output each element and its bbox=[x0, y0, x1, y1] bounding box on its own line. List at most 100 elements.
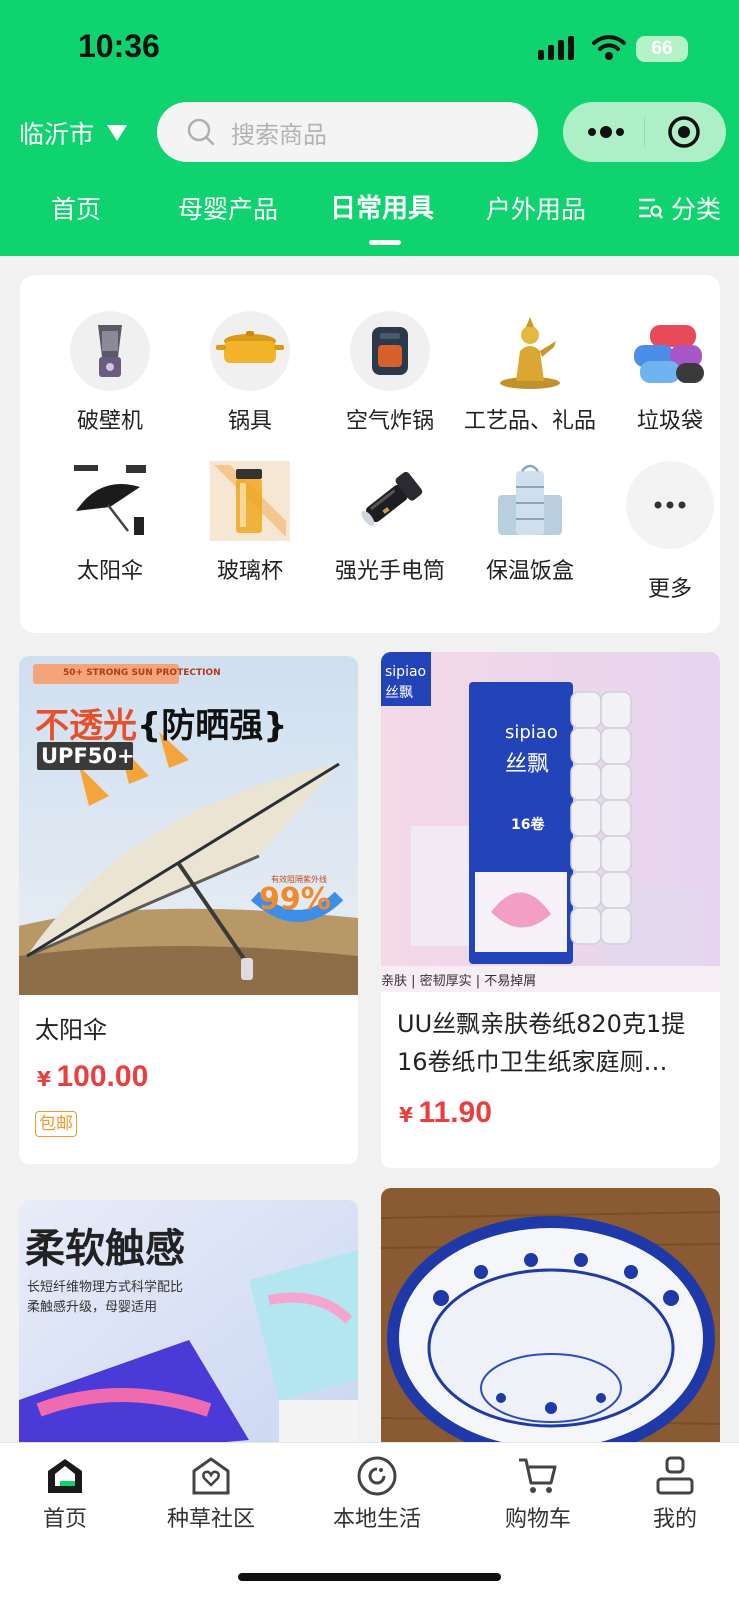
tab-category[interactable]: 分类 bbox=[637, 190, 721, 226]
tab-daily-goods[interactable]: 日常用具 bbox=[330, 188, 434, 225]
product-price: ¥ 11.90 bbox=[399, 1096, 492, 1130]
category-glass-cup[interactable]: 玻璃杯 bbox=[180, 461, 320, 585]
wifi-icon bbox=[592, 35, 626, 60]
image-percent: 99% bbox=[259, 882, 331, 917]
product-card-sun-umbrella[interactable]: 50+ STRONG SUN PROTECTION 不透光 {防晒强} UPF5… bbox=[19, 656, 358, 1164]
status-time: 10:36 bbox=[78, 28, 160, 64]
nav-community[interactable]: 种草社区 bbox=[146, 1455, 276, 1533]
nav-label: 本地生活 bbox=[332, 1507, 421, 1532]
product-card-porcelain-bowl[interactable] bbox=[381, 1188, 720, 1460]
nav-home[interactable]: 首页 bbox=[0, 1455, 130, 1533]
image-line1: 长短纤维物理方式科学配比 bbox=[27, 1280, 184, 1295]
close-miniprogram-icon[interactable] bbox=[667, 115, 701, 149]
search-input[interactable]: 搜索商品 bbox=[157, 102, 538, 162]
product-title: UU丝飘亲肤卷纸820克1提16卷纸巾卫生纸家庭厕… bbox=[397, 1010, 686, 1076]
category-crafts-gifts[interactable]: 工艺品、礼品 bbox=[460, 311, 600, 435]
blender-icon bbox=[70, 311, 150, 391]
image-line2: 柔触感升级，母婴适用 bbox=[27, 1300, 158, 1315]
image-brand: sipiao bbox=[385, 664, 427, 680]
tab-baby-products[interactable]: 母婴产品 bbox=[178, 190, 278, 226]
image-package-brand: sipiao bbox=[505, 722, 558, 743]
category-lunch-box[interactable]: 保温饭盒 bbox=[460, 461, 600, 585]
nav-label: 种草社区 bbox=[166, 1507, 255, 1532]
nav-profile[interactable]: 我的 bbox=[610, 1455, 739, 1533]
capsule-divider bbox=[644, 117, 645, 147]
currency-symbol: ¥ bbox=[37, 1067, 51, 1091]
search-icon bbox=[187, 118, 215, 146]
trash-bags-icon bbox=[630, 311, 710, 391]
currency-symbol: ¥ bbox=[399, 1103, 413, 1127]
nav-local-life[interactable]: 本地生活 bbox=[312, 1455, 442, 1533]
cart-icon bbox=[519, 1458, 557, 1493]
more-dots-icon[interactable] bbox=[587, 124, 625, 140]
category-label: 太阳伞 bbox=[76, 559, 143, 584]
category-list-icon bbox=[639, 198, 663, 219]
community-heart-icon bbox=[192, 1457, 230, 1495]
battery-indicator: 66 bbox=[636, 36, 688, 62]
category-pot[interactable]: 锅具 bbox=[180, 311, 320, 435]
city-name: 临沂市 bbox=[19, 120, 95, 149]
category-label: 工艺品、礼品 bbox=[463, 409, 596, 434]
price-amount: 100.00 bbox=[56, 1060, 149, 1093]
category-blender[interactable]: 破壁机 bbox=[40, 311, 180, 435]
tab-outdoor[interactable]: 户外用品 bbox=[486, 190, 586, 226]
image-roll-count: 16卷 bbox=[511, 817, 545, 833]
category-more[interactable]: 更多 bbox=[600, 461, 739, 603]
product-image bbox=[381, 1188, 720, 1460]
lunch-box-icon bbox=[490, 461, 570, 541]
category-air-fryer[interactable]: 空气炸锅 bbox=[320, 311, 460, 435]
flashlight-icon bbox=[350, 461, 430, 541]
free-shipping-badge: 包邮 bbox=[35, 1111, 77, 1137]
category-label: 更多 bbox=[647, 577, 692, 602]
caret-down-icon bbox=[107, 125, 128, 141]
category-trash-bags[interactable]: 垃圾袋 bbox=[600, 311, 739, 435]
home-indicator bbox=[238, 1573, 501, 1581]
glass-cup-icon bbox=[210, 461, 290, 541]
umbrella-icon bbox=[70, 461, 150, 541]
gold-statue-icon bbox=[490, 311, 570, 391]
product-title: 太阳伞 bbox=[35, 1016, 107, 1044]
image-brand-cn: 丝飘 bbox=[385, 685, 413, 701]
image-upf: UPF50+ bbox=[41, 744, 135, 768]
category-label: 破壁机 bbox=[76, 409, 143, 434]
product-image bbox=[381, 652, 720, 992]
tab-category-label: 分类 bbox=[671, 195, 722, 224]
nav-cart[interactable]: 购物车 bbox=[473, 1455, 603, 1533]
category-label: 锅具 bbox=[227, 409, 272, 434]
tab-home[interactable]: 首页 bbox=[51, 190, 101, 226]
category-tabs: 首页 母婴产品 日常用具 户外用品 分类 bbox=[0, 180, 739, 250]
product-card-soft-tissue[interactable]: 柔软触感 长短纤维物理方式科学配比 柔触感升级，母婴适用 bbox=[19, 1200, 358, 1460]
category-label: 玻璃杯 bbox=[216, 559, 283, 584]
nav-label: 购物车 bbox=[504, 1507, 571, 1532]
active-tab-underline bbox=[369, 240, 401, 245]
category-flashlight[interactable]: 强光手电筒 bbox=[320, 461, 460, 585]
home-icon bbox=[48, 1459, 82, 1493]
product-card-tissue-roll[interactable]: sipiao 丝飘 sipiao 丝飘 16卷 亲肤 | 密韧厚实 | 不易掉屑… bbox=[381, 652, 720, 1168]
image-footer: 亲肤 | 密韧厚实 | 不易掉屑 bbox=[381, 974, 537, 989]
image-tag: 50+ STRONG SUN PROTECTION bbox=[63, 668, 221, 678]
category-label: 强光手电筒 bbox=[334, 559, 445, 584]
local-life-icon bbox=[357, 1456, 397, 1496]
city-selector[interactable]: 临沂市 bbox=[19, 112, 128, 154]
category-umbrella[interactable]: 太阳伞 bbox=[40, 461, 180, 585]
air-fryer-icon bbox=[350, 311, 430, 391]
category-label: 垃圾袋 bbox=[636, 409, 703, 434]
status-bar: 10:36 66 bbox=[0, 0, 739, 95]
product-price: ¥ 100.00 bbox=[37, 1060, 148, 1094]
nav-label: 我的 bbox=[652, 1507, 697, 1532]
category-label: 保温饭盒 bbox=[485, 559, 574, 584]
category-grid: 破壁机 锅具 空气炸锅 工艺品、礼品 垃圾袋 太阳伞 玻璃杯 强光手电筒 保温饭… bbox=[20, 275, 720, 633]
signal-icon bbox=[538, 36, 574, 60]
top-header: 10:36 66 临沂市 搜索商品 首页 母婴产品 日常用具 户外用品 分类 bbox=[0, 0, 739, 256]
price-amount: 11.90 bbox=[418, 1096, 492, 1129]
miniprogram-capsule bbox=[563, 102, 726, 162]
profile-icon bbox=[656, 1456, 694, 1495]
more-dots-icon bbox=[626, 461, 714, 549]
category-label: 空气炸锅 bbox=[345, 409, 434, 434]
image-package-brand-cn: 丝飘 bbox=[505, 752, 550, 777]
image-headline-b: {防晒强} bbox=[137, 706, 288, 746]
search-placeholder: 搜索商品 bbox=[231, 120, 327, 149]
image-headline: 不透光 bbox=[35, 706, 137, 746]
nav-label: 首页 bbox=[42, 1507, 87, 1532]
pot-icon bbox=[210, 311, 290, 391]
